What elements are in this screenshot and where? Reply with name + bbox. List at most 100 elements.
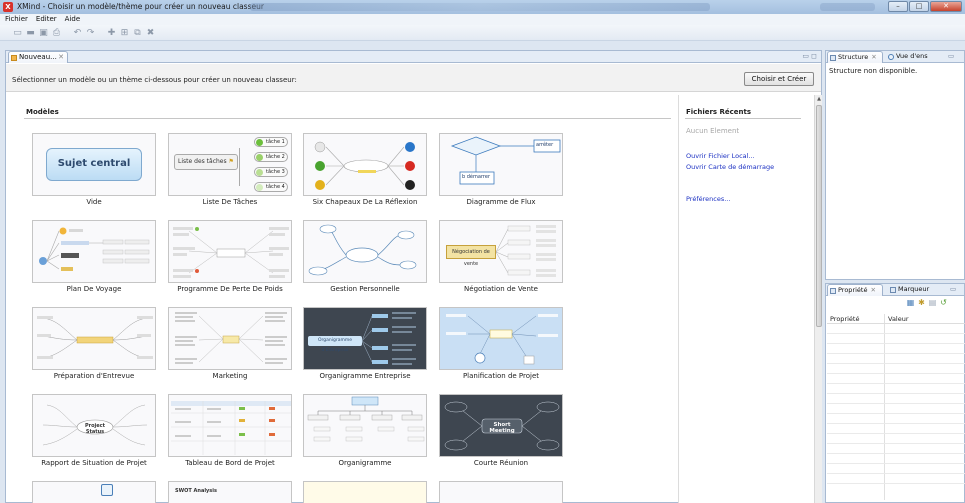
vertical-scrollbar[interactable]: ▲ — [814, 95, 822, 503]
preferences-link[interactable]: Préférences... — [686, 195, 730, 203]
scroll-up-icon[interactable]: ▲ — [815, 95, 823, 103]
template-partial-swot[interactable]: SWOT Analysis — [168, 481, 292, 503]
tab-label: Vue d'ens — [896, 52, 928, 60]
tab-label: Structure — [838, 53, 869, 61]
template-label: Programme De Perte De Poids — [177, 285, 283, 293]
table-row — [827, 444, 965, 454]
template-label: Planification de Projet — [462, 372, 540, 380]
tab-overview[interactable]: Vue d'ens — [886, 51, 936, 63]
view-minmax-icons[interactable]: ▭ — [948, 51, 964, 63]
template-thumbnail — [303, 481, 427, 503]
structure-message: Structure non disponible. — [829, 67, 918, 75]
print-icon[interactable]: ⎙ — [51, 28, 62, 38]
template-thumbnail — [168, 307, 292, 370]
recent-files-heading: Fichiers Récents — [686, 108, 752, 116]
subtopic-icon[interactable]: ⊞ — [119, 28, 130, 38]
filter-icon[interactable]: ✱ — [917, 298, 926, 307]
tab-markers[interactable]: Marqueur — [888, 284, 944, 296]
scrollbar-thumb[interactable] — [816, 105, 822, 327]
template-thumbnail: SWOT Analysis — [168, 481, 292, 503]
recent-empty-text: Aucun Element — [686, 127, 740, 135]
template-gestion-personnelle[interactable]: Gestion Personnelle — [303, 220, 427, 293]
maximize-button[interactable]: □ — [909, 1, 929, 12]
tab-nouveau[interactable]: Nouveau... ✕ — [8, 51, 68, 63]
workbook-icon — [11, 55, 17, 61]
restore-default-icon[interactable]: ↺ — [939, 298, 948, 307]
view-minmax-icons[interactable]: ▭ — [950, 284, 964, 296]
tab-close-icon[interactable]: ✕ — [58, 52, 64, 63]
properties-icon — [830, 288, 836, 294]
template-courte-reunion[interactable]: Short Meeting Courte Réunion — [439, 394, 563, 467]
undo-icon[interactable]: ↶ — [72, 28, 83, 38]
minimize-button[interactable]: – — [888, 1, 908, 12]
template-six-chapeaux[interactable]: Six Chapeaux De La Réflexion — [303, 133, 427, 206]
template-thumbnail — [303, 133, 427, 196]
dashboard-table — [171, 401, 291, 455]
advanced-icon[interactable]: ▤ — [928, 298, 937, 307]
categorize-icon[interactable]: ▦ — [906, 298, 915, 307]
models-heading: Modèles — [26, 108, 59, 116]
table-row — [827, 394, 965, 404]
copy-icon[interactable]: ⧉ — [132, 28, 143, 38]
template-liste-de-taches[interactable]: Liste des tâches ⚑ tâche 1 tâche 2 tâche… — [168, 133, 292, 206]
negotiation-branches — [495, 225, 556, 277]
table-row — [827, 334, 965, 344]
template-thumbnail — [439, 481, 563, 503]
table-row — [827, 374, 965, 384]
open-local-file-link[interactable]: Ouvrir Fichier Local... — [686, 152, 755, 160]
template-partial[interactable] — [303, 481, 427, 503]
table-row — [827, 454, 965, 464]
editor-minmax-icons[interactable]: ▭ ◻ — [802, 51, 817, 62]
template-perte-de-poids[interactable]: Programme De Perte De Poids — [168, 220, 292, 293]
template-label: Marketing — [212, 372, 248, 380]
org-branches — [361, 312, 416, 365]
editor-tab-bar: Nouveau... ✕ ▭ ◻ — [6, 51, 821, 63]
redo-icon[interactable]: ↷ — [85, 28, 96, 38]
template-negotiation-de-vente[interactable]: Négociation de vente Négotiation de Vent… — [439, 220, 563, 293]
template-tableau-de-bord[interactable]: Tableau de Bord de Projet — [168, 394, 292, 467]
title-redacted-area — [250, 3, 710, 11]
tab-properties[interactable]: Propriété ✕ — [827, 284, 883, 296]
flow-end-label: arrêter — [536, 142, 554, 148]
open-startup-map-link[interactable]: Ouvrir Carte de démarrage — [686, 163, 774, 171]
close-window-button[interactable]: ✕ — [930, 1, 962, 12]
template-organigramme[interactable]: Organigramme — [303, 394, 427, 467]
task-item: tâche 1 — [254, 137, 288, 147]
tab-close-icon[interactable]: ✕ — [870, 286, 875, 294]
template-diagramme-de-flux[interactable]: arrêter b démarrer Diagramme de Flux — [439, 133, 563, 206]
template-planification-de-projet[interactable]: Planification de Projet — [439, 307, 563, 380]
new-icon[interactable]: ▭ — [12, 28, 23, 38]
template-partial[interactable] — [439, 481, 563, 503]
template-partial[interactable] — [32, 481, 156, 503]
menu-editer[interactable]: Editer — [36, 14, 57, 25]
template-thumbnail — [303, 220, 427, 283]
tab-label: Nouveau... — [19, 53, 57, 61]
tab-structure[interactable]: Structure ✕ — [827, 51, 883, 63]
save-icon[interactable]: ▣ — [38, 28, 49, 38]
properties-tab-bar: Propriété ✕ Marqueur ▭ — [826, 284, 964, 296]
marker-icon — [890, 287, 896, 293]
menu-fichier[interactable]: Fichier — [5, 14, 28, 25]
column-header-property[interactable]: Propriété — [830, 315, 859, 323]
menu-aide[interactable]: Aide — [65, 14, 80, 25]
template-marketing[interactable]: Marketing — [168, 307, 292, 380]
open-icon[interactable]: ▬ — [25, 28, 36, 38]
delete-icon[interactable]: ✖ — [145, 28, 156, 38]
add-topic-icon[interactable]: ✚ — [106, 28, 117, 38]
column-header-value[interactable]: Valeur — [888, 315, 909, 323]
menu-bar: Fichier Editer Aide — [0, 14, 965, 25]
choose-and-create-button[interactable]: Choisir et Créer — [744, 72, 814, 86]
template-thumbnail: Négociation de vente — [439, 220, 563, 283]
template-plan-de-voyage[interactable]: Plan De Voyage — [32, 220, 156, 293]
template-label: Liste De Tâches — [202, 198, 258, 206]
template-vide[interactable]: Sujet central Vide — [32, 133, 156, 206]
template-thumbnail: Organigramme d'Entreprise — [303, 307, 427, 370]
template-rapport-situation-projet[interactable]: Project Status Rapport de Situation de P… — [32, 394, 156, 467]
task-list-topic: Liste des tâches ⚑ — [174, 154, 238, 170]
task-item: tâche 2 — [254, 152, 288, 162]
structure-tab-bar: Structure ✕ Vue d'ens ▭ — [826, 51, 964, 63]
template-preparation-entrevue[interactable]: Préparation d'Entrevue — [32, 307, 156, 380]
template-organigramme-entreprise[interactable]: Organigramme d'Entreprise Organigramme E… — [303, 307, 427, 380]
template-label: Préparation d'Entrevue — [53, 372, 135, 380]
tab-close-icon[interactable]: ✕ — [871, 53, 876, 61]
